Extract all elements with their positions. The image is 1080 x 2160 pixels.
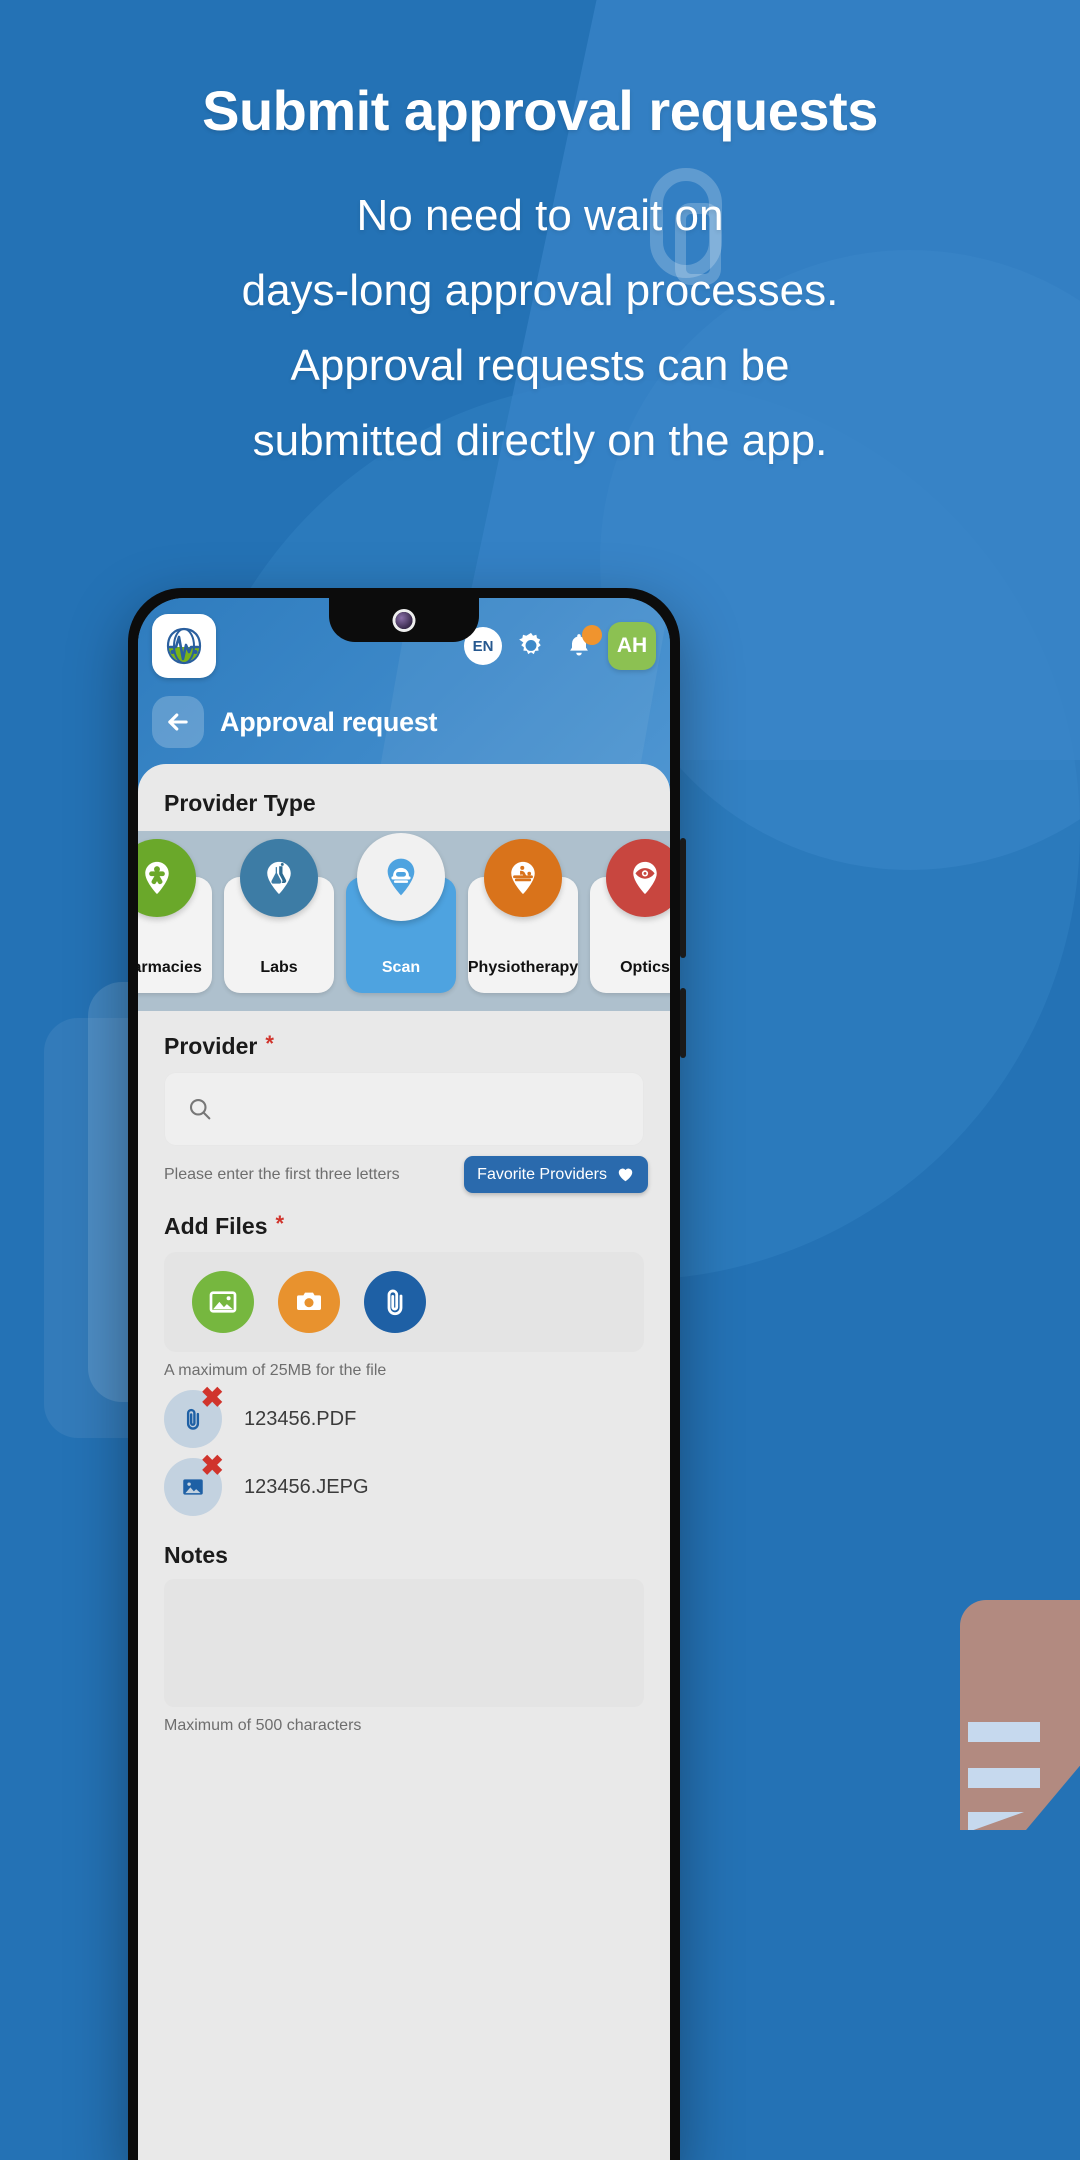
language-label: EN: [472, 637, 494, 655]
deco-doc-line: [968, 1812, 1024, 1830]
avatar-initials: AH: [616, 634, 648, 657]
take-photo-button[interactable]: [278, 1271, 340, 1333]
notes-textarea[interactable]: [164, 1579, 644, 1707]
gallery-icon: [209, 1291, 237, 1313]
settings-button[interactable]: [512, 627, 550, 665]
provider-type-strip[interactable]: Pharmacies Labs: [138, 831, 670, 1011]
form-sheet: Provider Type Pharmacies: [138, 764, 670, 2160]
deco-doc-line: [968, 1722, 1040, 1742]
provider-type-labs[interactable]: Labs: [224, 839, 334, 993]
phone-camera: [395, 612, 413, 629]
promo-subtitle-line-1: No need to wait on: [356, 191, 724, 240]
attach-file-button[interactable]: [364, 1271, 426, 1333]
provider-type-label: Provider Type: [138, 774, 670, 817]
provider-type-label-scan: Scan: [381, 959, 421, 976]
remove-file-button[interactable]: ✖: [201, 1384, 224, 1412]
promo-subtitle: No need to wait on days-long approval pr…: [0, 178, 1080, 478]
gear-icon: [519, 632, 541, 655]
scanner-pin-icon: [357, 833, 445, 921]
heartbeat-logo-icon: [166, 627, 202, 665]
phone-screen: EN AH Approval request Provider Type rma…: [138, 598, 670, 2160]
heart-icon: [618, 1168, 633, 1182]
notes-label: Notes: [138, 1516, 670, 1569]
camera-icon: [297, 1292, 321, 1310]
notes-label-text: Notes: [164, 1542, 228, 1568]
app-logo[interactable]: [152, 614, 216, 678]
eye-pin-icon: [606, 839, 670, 917]
provider-type-label-physiotherapy: Physiotherapy: [467, 959, 579, 976]
provider-type-label-optics: Optics: [620, 959, 670, 976]
physiotherapy-pin-icon: [484, 839, 562, 917]
provider-type-label-pharmacies: Pharmacies: [138, 959, 202, 976]
provider-type-pharmacies[interactable]: Pharmacies: [138, 839, 212, 993]
app-actions: EN AH: [464, 622, 656, 670]
provider-search-input[interactable]: [164, 1072, 644, 1146]
add-files-label-text: Add Files: [164, 1213, 268, 1239]
notifications-button[interactable]: [560, 625, 602, 665]
avatar[interactable]: AH: [608, 622, 656, 670]
deco-doc-line: [968, 1768, 1040, 1788]
file-name: 123456.JEPG: [244, 1475, 369, 1498]
provider-label-text: Provider: [164, 1033, 258, 1059]
favorite-providers-button[interactable]: Favorite Providers: [464, 1156, 648, 1193]
deco-document-icon: [960, 1600, 1080, 1830]
add-files-buttons: [164, 1252, 644, 1352]
provider-type-label-labs: Labs: [260, 959, 298, 976]
file-list-item[interactable]: ✖ 123456.PDF: [138, 1380, 670, 1448]
lab-flask-pin-icon: [240, 839, 318, 917]
promo-subtitle-line-3: Approval requests can be: [290, 341, 790, 390]
promo-headline: Submit approval requests: [202, 79, 878, 142]
remove-file-button[interactable]: ✖: [201, 1452, 224, 1480]
file-type-icon-wrapper: ✖: [164, 1452, 224, 1516]
provider-required-marker: *: [265, 1031, 274, 1056]
provider-type-scan[interactable]: Scan: [346, 833, 456, 993]
provider-type-physiotherapy[interactable]: Physiotherapy: [467, 839, 579, 993]
page-header: Approval request: [152, 696, 438, 748]
paperclip-icon: [387, 1289, 403, 1316]
back-button[interactable]: [152, 696, 204, 748]
notification-badge: [582, 625, 602, 645]
promo-subtitle-line-2: days-long approval processes.: [241, 266, 839, 315]
add-files-required-marker: *: [275, 1211, 285, 1236]
search-icon: [189, 1098, 211, 1120]
provider-type-optics[interactable]: Optics: [590, 839, 670, 993]
phone-mockup: EN AH Approval request Provider Type rma…: [128, 588, 686, 2160]
provider-hint: Please enter the first three letters: [164, 1165, 400, 1183]
provider-type-label-text: Provider Type: [164, 790, 316, 816]
file-type-icon-wrapper: ✖: [164, 1384, 224, 1448]
phone-power-button: [680, 988, 686, 1058]
phone-volume-button: [680, 838, 686, 958]
promo-subtitle-line-4: submitted directly on the app.: [252, 416, 828, 465]
provider-label: Provider *: [138, 1011, 670, 1060]
provider-hint-row: Please enter the first three letters Fav…: [138, 1146, 670, 1193]
arrow-left-icon: [168, 713, 188, 731]
file-name: 123456.PDF: [244, 1407, 357, 1430]
add-files-label: Add Files *: [138, 1193, 670, 1240]
page-title: Approval request: [220, 706, 438, 737]
notes-hint: Maximum of 500 characters: [164, 1717, 362, 1734]
add-from-gallery-button[interactable]: [192, 1271, 254, 1333]
file-list-item[interactable]: ✖ 123456.JEPG: [138, 1448, 670, 1516]
pharmacy-pin-icon: [138, 839, 196, 917]
add-files-hint: A maximum of 25MB for the file: [164, 1362, 387, 1379]
favorite-providers-label: Favorite Providers: [477, 1165, 607, 1183]
